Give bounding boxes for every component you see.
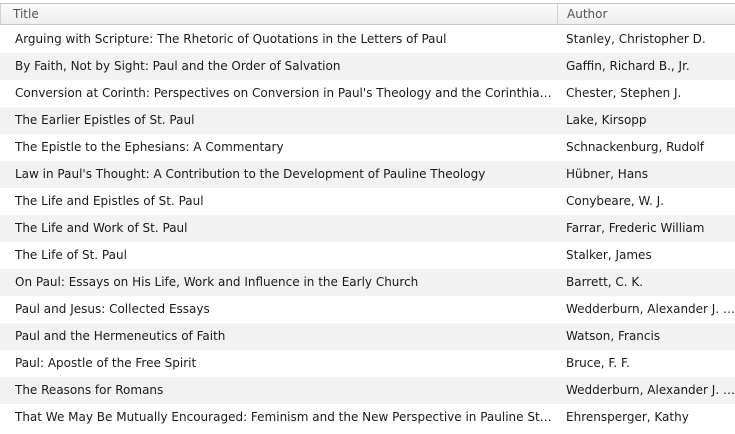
- cell-author: Lake, Kirsopp: [566, 113, 647, 127]
- table-row[interactable]: On Paul: Essays on His Life, Work and In…: [0, 269, 735, 296]
- cell-author: Stanley, Christopher D.: [566, 32, 706, 46]
- cell-title: Law in Paul's Thought: A Contribution to…: [15, 167, 486, 181]
- table-row[interactable]: The Earlier Epistles of St. Paul Lake, K…: [0, 107, 735, 134]
- cell-author: Bruce, F. F.: [566, 356, 630, 370]
- table-body: Arguing with Scripture: The Rhetoric of …: [0, 26, 735, 431]
- cell-title: The Life and Epistles of St. Paul: [15, 194, 204, 208]
- cell-title: The Life of St. Paul: [15, 248, 127, 262]
- cell-author: Barrett, C. K.: [566, 275, 644, 289]
- cell-title: Arguing with Scripture: The Rhetoric of …: [15, 32, 447, 46]
- cell-title: The Earlier Epistles of St. Paul: [15, 113, 195, 127]
- cell-author: Ehrensperger, Kathy: [566, 410, 689, 424]
- cell-author: Farrar, Frederic William: [566, 221, 705, 235]
- table-row[interactable]: The Life and Work of St. Paul Farrar, Fr…: [0, 215, 735, 242]
- cell-author: Conybeare, W. J.: [566, 194, 664, 208]
- column-header-author[interactable]: Author: [557, 4, 735, 24]
- table-row[interactable]: Conversion at Corinth: Perspectives on C…: [0, 80, 735, 107]
- table-row[interactable]: The Epistle to the Ephesians: A Commenta…: [0, 134, 735, 161]
- cell-title: On Paul: Essays on His Life, Work and In…: [15, 275, 419, 289]
- cell-author: Stalker, James: [566, 248, 652, 262]
- column-header-title[interactable]: Title: [0, 4, 557, 24]
- cell-title: The Epistle to the Ephesians: A Commenta…: [15, 140, 284, 154]
- table-row[interactable]: Arguing with Scripture: The Rhetoric of …: [0, 26, 735, 53]
- cell-author: Wedderburn, Alexander J. M.: [566, 383, 735, 397]
- table-row[interactable]: The Reasons for Romans Wedderburn, Alexa…: [0, 377, 735, 404]
- table-row[interactable]: Law in Paul's Thought: A Contribution to…: [0, 161, 735, 188]
- cell-author: Gaffin, Richard B., Jr.: [566, 59, 690, 73]
- cell-title: Paul and the Hermeneutics of Faith: [15, 329, 226, 343]
- table-row[interactable]: The Life of St. Paul Stalker, James: [0, 242, 735, 269]
- table-header: Title Author: [0, 3, 735, 25]
- cell-title: That We May Be Mutually Encouraged: Femi…: [15, 410, 553, 424]
- cell-title: Paul: Apostle of the Free Spirit: [15, 356, 197, 370]
- cell-author: Hübner, Hans: [566, 167, 649, 181]
- cell-author: Schnackenburg, Rudolf: [566, 140, 704, 154]
- cell-title: The Reasons for Romans: [15, 383, 164, 397]
- cell-author: Chester, Stephen J.: [566, 86, 682, 100]
- cell-title: Conversion at Corinth: Perspectives on C…: [15, 86, 553, 100]
- cell-title: Paul and Jesus: Collected Essays: [15, 302, 210, 316]
- cell-title: The Life and Work of St. Paul: [15, 221, 188, 235]
- table-row[interactable]: The Life and Epistles of St. Paul Conybe…: [0, 188, 735, 215]
- table-row[interactable]: That We May Be Mutually Encouraged: Femi…: [0, 404, 735, 431]
- table-row[interactable]: Paul and the Hermeneutics of Faith Watso…: [0, 323, 735, 350]
- cell-author: Wedderburn, Alexander J. M.: [566, 302, 735, 316]
- table-row[interactable]: By Faith, Not by Sight: Paul and the Ord…: [0, 53, 735, 80]
- cell-title: By Faith, Not by Sight: Paul and the Ord…: [15, 59, 341, 73]
- table-row[interactable]: Paul: Apostle of the Free Spirit Bruce, …: [0, 350, 735, 377]
- book-table: Title Author Arguing with Scripture: The…: [0, 0, 735, 434]
- cell-author: Watson, Francis: [566, 329, 661, 343]
- table-row[interactable]: Paul and Jesus: Collected Essays Wedderb…: [0, 296, 735, 323]
